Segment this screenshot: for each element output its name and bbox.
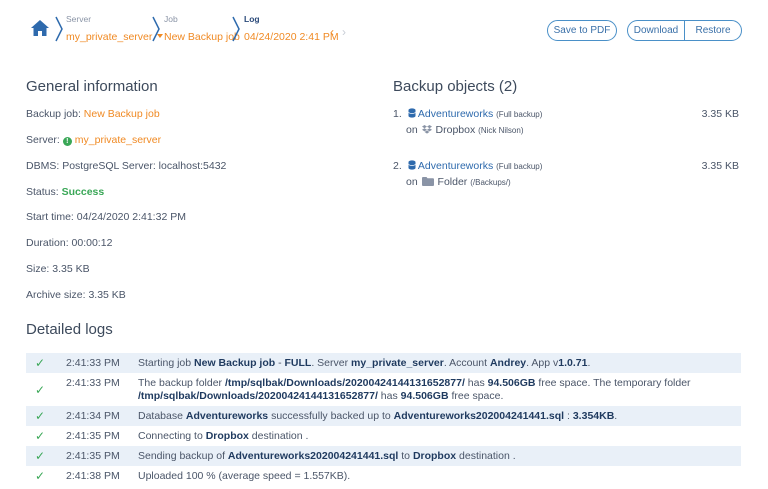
check-icon: ✓	[35, 469, 46, 483]
detailed-logs-title: Detailed logs	[26, 321, 113, 338]
restore-button[interactable]: Restore	[684, 21, 741, 40]
breadcrumb-job-label: Job	[164, 14, 178, 24]
database-icon	[408, 108, 416, 118]
log-time: 2:41:33 PM	[66, 357, 120, 369]
download-restore-group: Download Restore	[627, 20, 742, 41]
backup-object-2-destination: on Folder (/Backups/)	[406, 176, 511, 188]
log-time: 2:41:34 PM	[66, 410, 120, 422]
object-type: (Full backup)	[496, 110, 543, 119]
log-row: ✓ 2:41:35 PM Connecting to Dropbox destina…	[26, 426, 741, 446]
info-label: Size:	[26, 263, 50, 275]
info-duration: Duration: 00:00:12	[26, 237, 112, 249]
info-size: Size: 3.35 KB	[26, 263, 90, 275]
log-message: The backup folder /tmp/sqlbak/Downloads/…	[138, 377, 691, 402]
breadcrumb-server[interactable]: Server my_private_server	[66, 14, 164, 44]
object-number: 2.	[393, 160, 402, 172]
breadcrumb-server-value[interactable]: my_private_server	[66, 31, 152, 43]
object-destination: Folder	[437, 176, 468, 188]
backup-object-1-destination: on Dropbox (Nick Nilson)	[406, 124, 524, 136]
object-on-label: on	[406, 176, 418, 188]
backup-object-2: 2. Adventureworks (Full backup)	[393, 160, 542, 172]
object-size: 3.35 KB	[701, 160, 739, 172]
save-to-pdf-button[interactable]: Save to PDF	[547, 20, 617, 41]
breadcrumb-log-value: 04/24/2020 2:41 PM	[244, 30, 339, 43]
prev-log-icon[interactable]: ‹	[330, 26, 334, 38]
info-label: Backup job:	[26, 108, 81, 120]
log-time: 2:41:38 PM	[66, 470, 120, 482]
info-status: Status: Success	[26, 186, 104, 198]
log-time: 2:41:35 PM	[66, 450, 120, 462]
log-table: ✓ 2:41:33 PM Starting job New Backup job -…	[26, 353, 741, 486]
backup-objects-title: Backup objects (2)	[393, 78, 518, 95]
check-icon: ✓	[35, 409, 46, 423]
check-icon: ✓	[35, 429, 46, 443]
info-label: Start time:	[26, 211, 74, 223]
info-value: PostgreSQL Server: localhost:5432	[62, 160, 227, 172]
home-icon[interactable]	[30, 19, 50, 37]
object-size: 3.35 KB	[701, 108, 739, 120]
object-destination-note: (Nick Nilson)	[478, 126, 524, 135]
info-archive-size: Archive size: 3.35 KB	[26, 289, 126, 301]
log-message: Database Adventureworks successfully bac…	[138, 410, 618, 422]
next-log-icon[interactable]: ›	[342, 26, 346, 38]
dropbox-icon	[421, 125, 432, 134]
log-message: Connecting to Dropbox destination .	[138, 430, 309, 442]
chevron-right-icon	[152, 16, 160, 42]
check-icon: ✓	[35, 382, 46, 397]
log-message: Sending backup of Adventureworks20200424…	[138, 450, 516, 462]
log-row: ✓ 2:41:33 PM The backup folder /tmp/sqlbak…	[26, 373, 741, 406]
object-destination-note: (/Backups/)	[470, 178, 511, 187]
breadcrumb-server-label: Server	[66, 14, 92, 24]
top-bar: Server my_private_server Job New Backup …	[0, 0, 768, 62]
info-label: Duration:	[26, 237, 69, 249]
object-on-label: on	[406, 124, 418, 136]
chevron-right-icon	[55, 16, 63, 42]
info-label: Status:	[26, 186, 59, 198]
info-label: DBMS:	[26, 160, 60, 172]
info-value: 3.35 KB	[52, 263, 90, 275]
breadcrumb-log: Log 04/24/2020 2:41 PM	[244, 15, 339, 44]
breadcrumb-job[interactable]: Job New Backup job	[164, 15, 240, 44]
log-row: ✓ 2:41:35 PM Sending backup of Adventurewo…	[26, 446, 741, 466]
status-value: Success	[61, 186, 105, 198]
server-link[interactable]: my_private_server	[75, 134, 161, 146]
object-number: 1.	[393, 108, 402, 120]
info-label: Archive size:	[26, 289, 86, 301]
log-row: ✓ 2:41:34 PM Database Adventureworks succe…	[26, 406, 741, 426]
server-status-icon: !	[62, 137, 72, 146]
log-time: 2:41:35 PM	[66, 430, 120, 442]
backup-job-link[interactable]: New Backup job	[84, 108, 160, 120]
info-dbms: DBMS: PostgreSQL Server: localhost:5432	[26, 160, 226, 172]
info-label: Server:	[26, 134, 60, 146]
database-icon	[408, 160, 416, 170]
check-icon: ✓	[35, 449, 46, 463]
log-message: Starting job New Backup job - FULL. Serv…	[138, 357, 591, 369]
log-time: 2:41:33 PM	[66, 377, 120, 389]
info-backup-job: Backup job: New Backup job	[26, 108, 160, 120]
log-row: ✓ 2:41:33 PM Starting job New Backup job -…	[26, 353, 741, 373]
object-type: (Full backup)	[496, 162, 543, 171]
info-value: 00:00:12	[71, 237, 113, 249]
log-message: Uploaded 100 % (average speed = 1.557KB)…	[138, 470, 351, 482]
chevron-right-icon	[232, 16, 240, 42]
breadcrumb-job-value[interactable]: New Backup job	[164, 31, 240, 43]
download-button[interactable]: Download	[628, 21, 684, 40]
general-info-title: General information	[26, 78, 158, 95]
check-icon: ✓	[35, 356, 46, 370]
info-start-time: Start time: 04/24/2020 2:41:32 PM	[26, 211, 186, 223]
log-row: ✓ 2:41:38 PM Uploaded 100 % (average speed…	[26, 466, 741, 486]
object-destination: Dropbox	[435, 124, 476, 136]
info-value: 3.35 KB	[88, 289, 126, 301]
object-name-link[interactable]: Adventureworks	[418, 108, 493, 120]
backup-object-1: 1. Adventureworks (Full backup)	[393, 108, 542, 120]
object-name-link[interactable]: Adventureworks	[418, 160, 493, 172]
info-server: Server: ! my_private_server	[26, 134, 161, 146]
folder-icon	[421, 177, 434, 186]
info-value: 04/24/2020 2:41:32 PM	[76, 211, 186, 223]
breadcrumb-log-label: Log	[244, 14, 260, 24]
